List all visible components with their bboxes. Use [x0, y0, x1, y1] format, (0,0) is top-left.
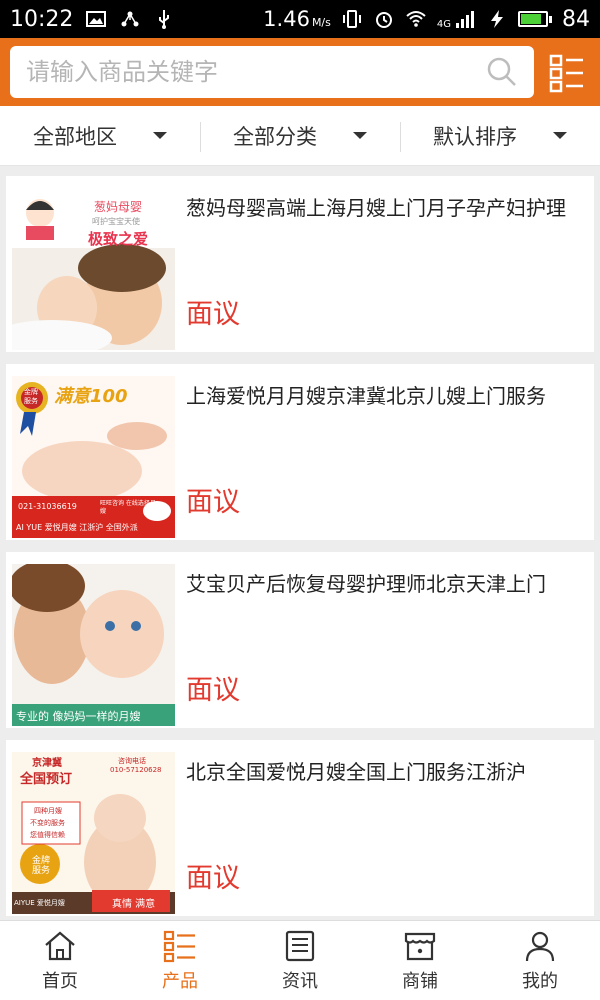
product-image: 葱妈母婴 呵护宝宝天使 极致之爱: [12, 188, 175, 350]
nav-home[interactable]: 首页: [0, 921, 120, 1000]
gallery-icon: [86, 11, 107, 27]
vibrate-icon: [342, 10, 361, 28]
product-title: 艾宝贝产后恢复母婴护理师北京天津上门: [186, 572, 546, 596]
user-icon: [525, 931, 555, 962]
thumb-headline: 满意100: [54, 386, 128, 407]
product-image: 金牌服务 满意100 021-31036619 旺旺咨询 在线选择月嫂 AI Y…: [12, 376, 175, 538]
product-image: 京津冀 全国预订 咨询电话 010-57120628 四种月嫂 不变的服务 您值…: [12, 752, 175, 914]
product-price: 面议: [186, 299, 240, 330]
product-image: 专业的 像妈妈一样的月嫂: [12, 564, 175, 726]
status-time: 10:22: [10, 6, 74, 32]
thumb-footer: 专业的 像妈妈一样的月嫂: [16, 710, 141, 723]
wifi-icon: [406, 11, 426, 27]
product-card[interactable]: 京津冀 全国预订 咨询电话 010-57120628 四种月嫂 不变的服务 您值…: [6, 740, 594, 916]
product-price: 面议: [186, 863, 240, 894]
thumb-point: 您值得信赖: [30, 831, 65, 839]
status-bar: 10:22 1.46 M/s 4G 84: [0, 0, 600, 38]
thumb-seal: 金牌服务: [31, 856, 50, 876]
news-icon: [285, 930, 315, 962]
filter-label: 默认排序: [433, 124, 517, 149]
product-price: 面议: [186, 487, 240, 518]
network-type: 4G: [436, 19, 451, 30]
nav-label: 资讯: [282, 971, 318, 992]
search-icon[interactable]: [486, 56, 518, 88]
thumb-footer: AI YUE 爱悦月嫂 江浙沪 全国外派: [16, 523, 138, 532]
filter-bar: 全部地区 全部分类 默认排序: [0, 106, 600, 166]
usb-icon: [159, 10, 170, 29]
bottom-nav: 首页 产品 资讯 商铺 我的: [0, 920, 600, 1000]
nav-label: 产品: [162, 971, 198, 992]
product-list-icon: [163, 930, 195, 963]
nav-news[interactable]: 资讯: [240, 921, 360, 1000]
product-card[interactable]: 金牌服务 满意100 021-31036619 旺旺咨询 在线选择月嫂 AI Y…: [6, 364, 594, 540]
dropdown-arrow-icon: [353, 132, 367, 139]
product-title: 北京全国爱悦月嫂全国上门服务江浙沪: [186, 760, 526, 784]
filter-category[interactable]: 全部分类: [200, 106, 400, 165]
filter-sort[interactable]: 默认排序: [400, 106, 600, 165]
product-card[interactable]: 葱妈母婴 呵护宝宝天使 极致之爱 葱妈母婴高端上海月嫂上门月子孕产妇护理 面议: [6, 176, 594, 352]
dropdown-arrow-icon: [553, 132, 567, 139]
filter-label: 全部分类: [233, 124, 317, 149]
nav-label: 首页: [42, 971, 78, 992]
thumb-sub: 呵护宝宝天使: [92, 217, 140, 226]
signal-icon: [456, 11, 474, 28]
thumb-point: 不变的服务: [30, 819, 65, 827]
search-input[interactable]: [26, 58, 486, 86]
nav-shop[interactable]: 商铺: [360, 921, 480, 1000]
thumb-point: 四种月嫂: [34, 807, 62, 815]
thumb-slogan: 真情 满意: [112, 899, 156, 910]
category-menu-icon[interactable]: [546, 52, 588, 94]
thumb-brand: 葱妈母婴: [94, 200, 143, 214]
filter-label: 全部地区: [33, 124, 117, 149]
search-box[interactable]: [10, 46, 534, 98]
thumb-phone: 021-31036619: [18, 502, 77, 511]
filter-region[interactable]: 全部地区: [0, 106, 200, 165]
thumb-hotline-label: 咨询电话: [118, 757, 146, 765]
battery-icon: [518, 11, 552, 27]
dropdown-arrow-icon: [153, 132, 167, 139]
app-header: [0, 38, 600, 106]
network-speed: 1.46: [263, 7, 310, 31]
nav-label: 商铺: [402, 971, 438, 992]
product-price: 面议: [186, 675, 240, 706]
thumb-brand: AIYUE 爱悦月嫂: [14, 899, 65, 907]
thumb-consult: 旺旺咨询 在线选择月嫂: [100, 500, 156, 515]
thumb-headline: 全国预订: [20, 772, 73, 787]
thumb-hotline: 010-57120628: [110, 766, 162, 774]
battery-level: 84: [562, 6, 590, 32]
shop-icon: [404, 932, 436, 961]
alarm-icon: [375, 12, 392, 28]
product-card[interactable]: 专业的 像妈妈一样的月嫂 艾宝贝产后恢复母婴护理师北京天津上门 面议: [6, 552, 594, 728]
home-icon: [45, 931, 75, 961]
thumb-tagline: 极致之爱: [88, 230, 149, 248]
product-title: 葱妈母婴高端上海月嫂上门月子孕产妇护理: [186, 196, 566, 220]
nav-profile[interactable]: 我的: [480, 921, 600, 1000]
product-title: 上海爱悦月月嫂京津冀北京儿嫂上门服务: [186, 384, 546, 408]
nav-label: 我的: [522, 971, 558, 992]
thumb-region: 京津冀: [32, 758, 62, 769]
thumb-badge: 金牌服务: [24, 388, 38, 405]
nav-products[interactable]: 产品: [120, 921, 240, 1000]
network-speed-unit: M/s: [311, 16, 331, 29]
charging-icon: [491, 10, 503, 28]
share-icon: [121, 11, 139, 27]
